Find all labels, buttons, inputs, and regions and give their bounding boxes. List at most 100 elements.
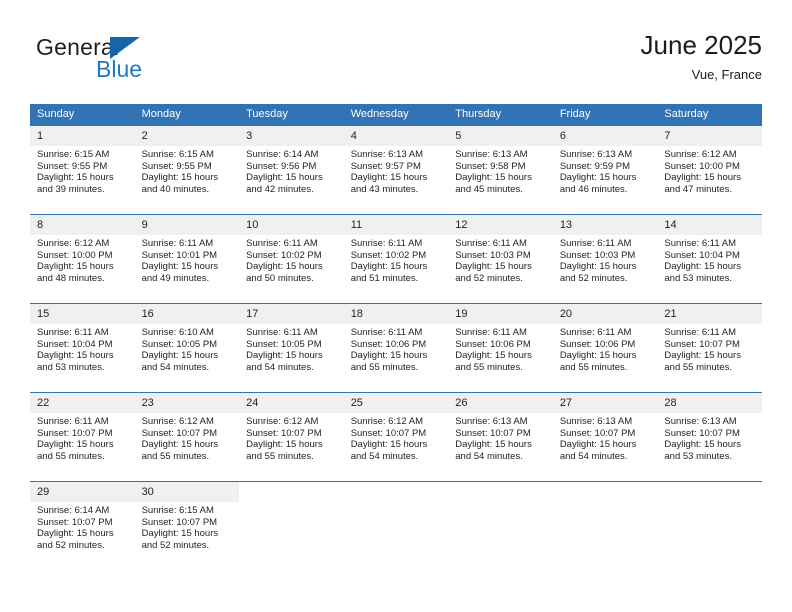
- sunset-text: Sunset: 10:07 PM: [455, 427, 531, 439]
- sunset-text: Sunset: 9:56 PM: [246, 160, 317, 172]
- calendar-day-cell-empty: [552, 481, 658, 570]
- day-number: 27: [552, 393, 658, 413]
- general-blue-logo[interactable]: General Blue: [36, 34, 266, 90]
- day-number: 12: [448, 215, 553, 235]
- sunrise-text: Sunrise: 6:11 AM: [559, 238, 632, 249]
- calendar-day-cell[interactable]: 14 Sunrise: 6:11 AM Sunset: 10:04 PM Daylig…: [657, 214, 762, 304]
- sunrise-text: Sunrise: 6:12 AM: [246, 416, 319, 427]
- calendar-day-cell[interactable]: 28 Sunrise: 6:13 AM Sunset: 10:07 PM Daylig…: [657, 392, 762, 482]
- day-number: 18: [343, 304, 449, 324]
- calendar-day-cell[interactable]: 7 Sunrise: 6:12 AM Sunset: 10:00 PM Dayligh…: [657, 125, 762, 215]
- daylight-text-line1: Daylight: 15 hours: [664, 172, 741, 184]
- calendar-day-cell[interactable]: 11 Sunrise: 6:11 AM Sunset: 10:02 PM Daylig…: [343, 214, 449, 304]
- sunrise-sunset-calendar-table: Sunday Monday Tuesday Wednesday Thursday…: [30, 104, 762, 570]
- sunrise-text: Sunrise: 6:13 AM: [455, 416, 528, 427]
- daylight-text-line2: and 51 minutes.: [350, 272, 419, 284]
- day-details: Sunrise: 6:13 AM Sunset: 9:58 PM Daylight:…: [448, 146, 553, 195]
- sunrise-text: Sunrise: 6:11 AM: [455, 327, 527, 338]
- daylight-text-line2: and 55 minutes.: [141, 450, 210, 462]
- calendar-day-cell[interactable]: 8 Sunrise: 6:12 AM Sunset: 10:00 PM Dayligh…: [30, 214, 135, 304]
- sunset-text: Sunset: 9:55 PM: [141, 160, 212, 172]
- daylight-text-line2: and 39 minutes.: [37, 183, 105, 195]
- calendar-week-row: 1 Sunrise: 6:15 AM Sunset: 9:55 PM Daylight…: [30, 125, 762, 215]
- calendar-day-cell[interactable]: 30 Sunrise: 6:15 AM Sunset: 10:07 PM Daylig…: [134, 481, 240, 570]
- daylight-text-line2: and 55 minutes.: [455, 361, 523, 373]
- daylight-text-line1: Daylight: 15 hours: [37, 350, 114, 362]
- calendar-table-head: Sunday Monday Tuesday Wednesday Thursday…: [30, 104, 762, 126]
- calendar-day-cell[interactable]: 26 Sunrise: 6:13 AM Sunset: 10:07 PM Daylig…: [448, 392, 553, 482]
- daylight-text-line1: Daylight: 15 hours: [141, 528, 219, 540]
- calendar-day-cell[interactable]: 3 Sunrise: 6:14 AM Sunset: 9:56 PM Daylight…: [239, 125, 344, 215]
- day-number: 5: [448, 126, 553, 146]
- calendar-week-row: 15 Sunrise: 6:11 AM Sunset: 10:04 PM Daylig…: [30, 303, 762, 393]
- day-details: Sunrise: 6:13 AM Sunset: 9:59 PM Daylight:…: [553, 146, 658, 195]
- calendar-day-cell[interactable]: 23 Sunrise: 6:12 AM Sunset: 10:07 PM Daylig…: [134, 392, 240, 482]
- calendar-day-cell[interactable]: 19 Sunrise: 6:11 AM Sunset: 10:06 PM Daylig…: [448, 303, 553, 393]
- sunrise-text: Sunrise: 6:14 AM: [37, 505, 110, 516]
- calendar-day-cell[interactable]: 22 Sunrise: 6:11 AM Sunset: 10:07 PM Daylig…: [30, 392, 135, 482]
- calendar-day-cell[interactable]: 9 Sunrise: 6:11 AM Sunset: 10:01 PM Dayligh…: [134, 214, 240, 304]
- daylight-text-line2: and 52 minutes.: [37, 539, 105, 551]
- day-number: 29: [30, 482, 135, 502]
- sunrise-text: Sunrise: 6:14 AM: [246, 149, 319, 160]
- calendar-day-cell[interactable]: 1 Sunrise: 6:15 AM Sunset: 9:55 PM Daylight…: [30, 125, 135, 215]
- sunset-text: Sunset: 10:05 PM: [141, 338, 218, 350]
- day-details: Sunrise: 6:15 AM Sunset: 10:07 PM Daylight…: [135, 502, 240, 551]
- day-number: [239, 482, 344, 502]
- calendar-day-cell[interactable]: 13 Sunrise: 6:11 AM Sunset: 10:03 PM Daylig…: [552, 214, 658, 304]
- weekday-header-friday: Friday: [552, 104, 658, 126]
- day-number: 23: [134, 393, 240, 413]
- daylight-text-line2: and 50 minutes.: [246, 272, 314, 284]
- daylight-text-line2: and 55 minutes.: [350, 361, 419, 373]
- calendar-page: General Blue June 2025 Vue, France Sunda…: [0, 0, 792, 612]
- daylight-text-line1: Daylight: 15 hours: [664, 350, 741, 362]
- sunrise-text: Sunrise: 6:12 AM: [664, 149, 737, 160]
- daylight-text-line2: and 46 minutes.: [559, 183, 628, 195]
- daylight-text-line2: and 55 minutes.: [246, 450, 314, 462]
- day-details: Sunrise: 6:15 AM Sunset: 9:55 PM Daylight:…: [135, 146, 240, 195]
- calendar-day-cell[interactable]: 24 Sunrise: 6:12 AM Sunset: 10:07 PM Daylig…: [239, 392, 344, 482]
- daylight-text-line2: and 53 minutes.: [37, 361, 105, 373]
- calendar-day-cell[interactable]: 29 Sunrise: 6:14 AM Sunset: 10:07 PM Daylig…: [30, 481, 135, 570]
- sunset-text: Sunset: 10:02 PM: [350, 249, 427, 261]
- sunset-text: Sunset: 10:05 PM: [246, 338, 322, 350]
- calendar-day-cell[interactable]: 25 Sunrise: 6:12 AM Sunset: 10:07 PM Daylig…: [343, 392, 449, 482]
- sunset-text: Sunset: 10:04 PM: [37, 338, 113, 350]
- day-number: 3: [239, 126, 344, 146]
- calendar-day-cell[interactable]: 10 Sunrise: 6:11 AM Sunset: 10:02 PM Daylig…: [239, 214, 344, 304]
- day-details: Sunrise: 6:11 AM Sunset: 10:01 PM Daylight…: [135, 235, 240, 284]
- calendar-day-cell[interactable]: 2 Sunrise: 6:15 AM Sunset: 9:55 PM Daylight…: [134, 125, 240, 215]
- calendar-day-cell-empty: [448, 481, 553, 570]
- calendar-day-cell[interactable]: 4 Sunrise: 6:13 AM Sunset: 9:57 PM Daylight…: [343, 125, 449, 215]
- daylight-text-line2: and 54 minutes.: [455, 450, 523, 462]
- day-number: 28: [657, 393, 762, 413]
- day-details: Sunrise: 6:13 AM Sunset: 10:07 PM Daylight…: [553, 413, 658, 462]
- calendar-day-cell[interactable]: 12 Sunrise: 6:11 AM Sunset: 10:03 PM Daylig…: [448, 214, 553, 304]
- sunset-text: Sunset: 10:07 PM: [246, 427, 322, 439]
- day-details: Sunrise: 6:14 AM Sunset: 9:56 PM Daylight:…: [239, 146, 344, 195]
- calendar-day-cell[interactable]: 17 Sunrise: 6:11 AM Sunset: 10:05 PM Daylig…: [239, 303, 344, 393]
- calendar-day-cell[interactable]: 18 Sunrise: 6:11 AM Sunset: 10:06 PM Daylig…: [343, 303, 449, 393]
- page-title: June 2025: [640, 30, 762, 60]
- day-number: 24: [239, 393, 344, 413]
- calendar-day-cell[interactable]: 5 Sunrise: 6:13 AM Sunset: 9:58 PM Daylight…: [448, 125, 553, 215]
- logo-text-blue: Blue: [96, 56, 143, 82]
- daylight-text-line1: Daylight: 15 hours: [455, 172, 532, 184]
- day-details: Sunrise: 6:11 AM Sunset: 10:05 PM Daylight…: [239, 324, 344, 373]
- calendar-day-cell[interactable]: 27 Sunrise: 6:13 AM Sunset: 10:07 PM Daylig…: [552, 392, 658, 482]
- daylight-text-line1: Daylight: 15 hours: [559, 172, 637, 184]
- sunrise-text: Sunrise: 6:11 AM: [37, 327, 109, 338]
- calendar-day-cell[interactable]: 21 Sunrise: 6:11 AM Sunset: 10:07 PM Daylig…: [657, 303, 762, 393]
- calendar-day-cell[interactable]: 16 Sunrise: 6:10 AM Sunset: 10:05 PM Daylig…: [134, 303, 240, 393]
- daylight-text-line2: and 45 minutes.: [455, 183, 523, 195]
- day-number: [552, 482, 658, 502]
- sunrise-text: Sunrise: 6:13 AM: [455, 149, 528, 160]
- calendar-day-cell[interactable]: 6 Sunrise: 6:13 AM Sunset: 9:59 PM Daylight…: [552, 125, 658, 215]
- sunset-text: Sunset: 10:07 PM: [559, 427, 636, 439]
- calendar-day-cell-empty: [239, 481, 344, 570]
- daylight-text-line2: and 47 minutes.: [664, 183, 732, 195]
- daylight-text-line2: and 52 minutes.: [559, 272, 628, 284]
- calendar-day-cell[interactable]: 20 Sunrise: 6:11 AM Sunset: 10:06 PM Daylig…: [552, 303, 658, 393]
- calendar-day-cell[interactable]: 15 Sunrise: 6:11 AM Sunset: 10:04 PM Daylig…: [30, 303, 135, 393]
- day-details: Sunrise: 6:11 AM Sunset: 10:07 PM Daylight…: [30, 413, 135, 462]
